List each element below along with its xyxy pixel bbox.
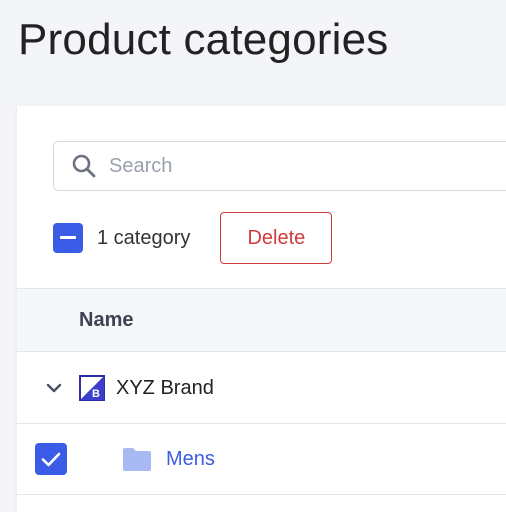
categories-card: 1 category Delete Name B XYZ Brand	[17, 106, 506, 512]
delete-button[interactable]: Delete	[220, 212, 333, 264]
select-all-checkbox[interactable]	[53, 223, 83, 253]
table-row[interactable]: B XYZ Brand	[17, 353, 506, 424]
row-checkbox-checked[interactable]	[35, 443, 67, 475]
search-input[interactable]	[107, 153, 491, 179]
category-link-mens[interactable]: Mens	[166, 448, 215, 471]
bulk-actions-bar: 1 category Delete	[53, 212, 333, 264]
search-icon	[71, 153, 97, 179]
svg-text:B: B	[92, 388, 100, 400]
folder-icon	[121, 446, 153, 472]
column-header-name[interactable]: Name	[79, 309, 133, 332]
chevron-down-icon[interactable]	[43, 377, 65, 399]
selection-count-label: 1 category	[97, 226, 191, 249]
table-header: Name	[17, 288, 506, 352]
brand-name[interactable]: XYZ Brand	[116, 377, 214, 400]
table-row[interactable]: Mens	[17, 424, 506, 495]
brand-logo-icon: B	[79, 375, 105, 401]
page-title: Product categories	[18, 15, 389, 64]
search-box[interactable]	[53, 141, 506, 191]
